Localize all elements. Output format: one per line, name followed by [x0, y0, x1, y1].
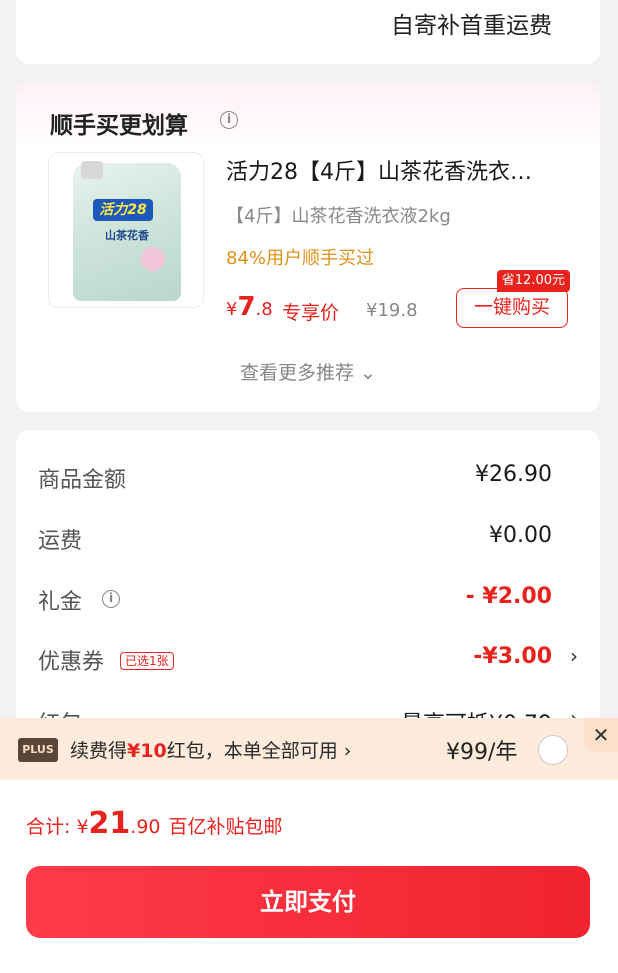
total-dec: .90	[130, 816, 161, 838]
plus-badge: PLUS	[18, 738, 58, 762]
more-recommend-link[interactable]: 查看更多推荐 ⌄	[16, 358, 600, 385]
goods-amount-label: 商品金额	[38, 468, 127, 493]
coupon-row[interactable]: 优惠券 已选1张 -¥3.00 ›	[38, 638, 578, 678]
exclusive-price: ¥7.8	[226, 292, 273, 322]
checkout-bar: 合计: ¥21.90 百亿补贴包邮 立即支付	[0, 780, 618, 973]
plus-text-highlight: ¥10	[127, 740, 167, 762]
product-title[interactable]: 活力28【4斤】山茶花香洗衣…	[226, 154, 566, 186]
shipping-card: 自寄补首重运费	[16, 0, 600, 64]
chevron-right-icon: ›	[570, 644, 578, 668]
coupon-value: -¥3.00	[473, 644, 552, 669]
addon-recommend-card: 顺手买更划算 i 活力28 山茶花香 活力28【4斤】山茶花香洗衣… 【4斤】山…	[16, 82, 600, 412]
price-tag: 专享价	[282, 302, 340, 324]
plus-promo-text[interactable]: 续费得¥10红包，本单全部可用 ›	[70, 736, 351, 763]
shipping-fee-row: 运费 ¥0.00	[38, 517, 578, 557]
plus-price: ¥99/年	[446, 740, 518, 765]
coupon-selected-tag: 已选1张	[120, 652, 174, 670]
gift-money-row: 礼金 i - ¥2.00	[38, 578, 578, 618]
info-icon[interactable]: i	[102, 590, 120, 608]
goods-amount-row: 商品金额 ¥26.90	[38, 456, 578, 496]
plus-text-b: 红包，本单全部可用 ›	[166, 740, 352, 762]
shipping-fee-value: ¥0.00	[489, 523, 552, 548]
product-spec: 【4斤】山茶花香洗衣液2kg	[226, 206, 451, 227]
pack-spout	[81, 161, 103, 179]
addon-title: 顺手买更划算 i	[50, 106, 238, 140]
save-badge: 省12.00元	[496, 270, 570, 292]
plus-select-radio[interactable]	[538, 735, 568, 765]
cost-summary-card: 商品金额 ¥26.90 运费 ¥0.00 礼金 i - ¥2.00 优惠券 已选…	[16, 430, 600, 750]
product-image[interactable]: 活力28 山茶花香	[48, 152, 204, 308]
info-icon[interactable]: i	[220, 111, 238, 129]
total-int: 21	[88, 806, 131, 841]
shipping-note: 自寄补首重运费	[391, 13, 552, 39]
gift-money-label: 礼金	[38, 590, 83, 615]
close-icon[interactable]: ✕	[584, 718, 618, 752]
pack-name: 山茶花香	[105, 229, 149, 242]
total-amount: 合计: ¥21.90 百亿补贴包邮	[26, 806, 283, 841]
total-label: 合计: ¥	[26, 816, 89, 838]
coupon-label: 优惠券	[38, 650, 105, 675]
goods-amount-value: ¥26.90	[475, 462, 552, 487]
price-dec: .8	[255, 299, 273, 320]
detergent-pack-illustration: 活力28 山茶花香	[73, 161, 181, 301]
free-shipping-note: 百亿补贴包邮	[168, 816, 283, 838]
price-symbol: ¥	[226, 299, 238, 320]
gift-money-value: - ¥2.00	[465, 584, 552, 609]
one-click-buy-button[interactable]: 一键购买	[456, 288, 568, 328]
price-int: 7	[237, 292, 256, 322]
shipping-fee-label: 运费	[38, 529, 83, 554]
bought-ratio: 84%用户顺手买过	[226, 248, 375, 269]
pay-now-button[interactable]: 立即支付	[26, 866, 590, 938]
plus-promo-bar[interactable]: PLUS 续费得¥10红包，本单全部可用 › ¥99/年 ✕	[0, 718, 618, 780]
original-price: ¥19.8	[366, 300, 418, 321]
plus-text-a: 续费得	[70, 740, 128, 762]
flower-icon	[141, 247, 165, 271]
pack-logo: 活力28	[93, 199, 153, 221]
addon-title-text: 顺手买更划算	[50, 113, 188, 139]
